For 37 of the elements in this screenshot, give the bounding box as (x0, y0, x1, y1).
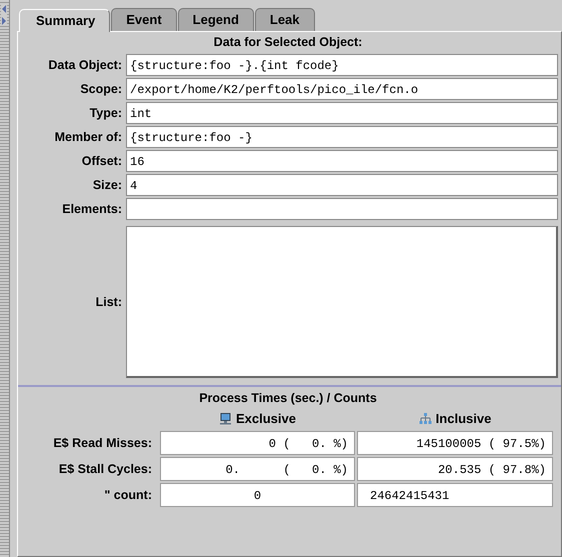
list-box[interactable] (126, 226, 558, 378)
field-label: Type: (88, 106, 122, 120)
metric-label: E$ Read Misses: (52, 436, 153, 450)
hierarchy-icon (418, 413, 432, 425)
section-title: Data for Selected Object: (212, 35, 364, 51)
table-cell: 0. ( 0. %) (160, 457, 355, 481)
table-cell: 24642415431 (357, 483, 553, 507)
text-field[interactable] (126, 198, 558, 220)
field-label: Member of: (54, 130, 122, 144)
field-label: Data Object: (47, 58, 122, 72)
text-field[interactable]: 16 (126, 150, 558, 172)
collapse-arrows-icon[interactable] (1, 4, 7, 26)
field-label: Scope: (79, 82, 122, 96)
text-field[interactable]: int (126, 102, 558, 124)
field-label: List: (94, 295, 122, 309)
text-field[interactable]: /export/home/K2/perftools/pico_ile/fcn.o (126, 78, 558, 100)
section-title: Process Times (sec.) / Counts (198, 391, 378, 407)
metric-label: " count: (103, 488, 153, 502)
field-label: Elements: (61, 202, 122, 216)
text-field[interactable]: {structure:foo -}.{int fcode} (126, 54, 558, 76)
text-field[interactable]: {structure:foo -} (126, 126, 558, 148)
tab[interactable]: Summary (19, 9, 110, 32)
tab[interactable]: Legend (178, 8, 254, 31)
splitter-handle[interactable] (0, 0, 10, 557)
column-header: Exclusive (160, 409, 355, 429)
tab[interactable]: Leak (254, 8, 315, 31)
metric-label: E$ Stall Cycles: (58, 462, 153, 476)
table-cell: 0 ( 0. %) (160, 431, 355, 455)
monitor-icon (219, 413, 232, 425)
tab[interactable]: Event (111, 8, 177, 31)
table-cell: 20.535 ( 97.8%) (357, 457, 553, 481)
field-label: Offset: (80, 154, 122, 168)
column-header: Inclusive (357, 409, 553, 429)
field-label: Size: (92, 178, 122, 192)
table-cell: 0 (160, 483, 355, 507)
table-cell: 145100005 ( 97.5%) (357, 431, 553, 455)
text-field[interactable]: 4 (126, 174, 558, 196)
